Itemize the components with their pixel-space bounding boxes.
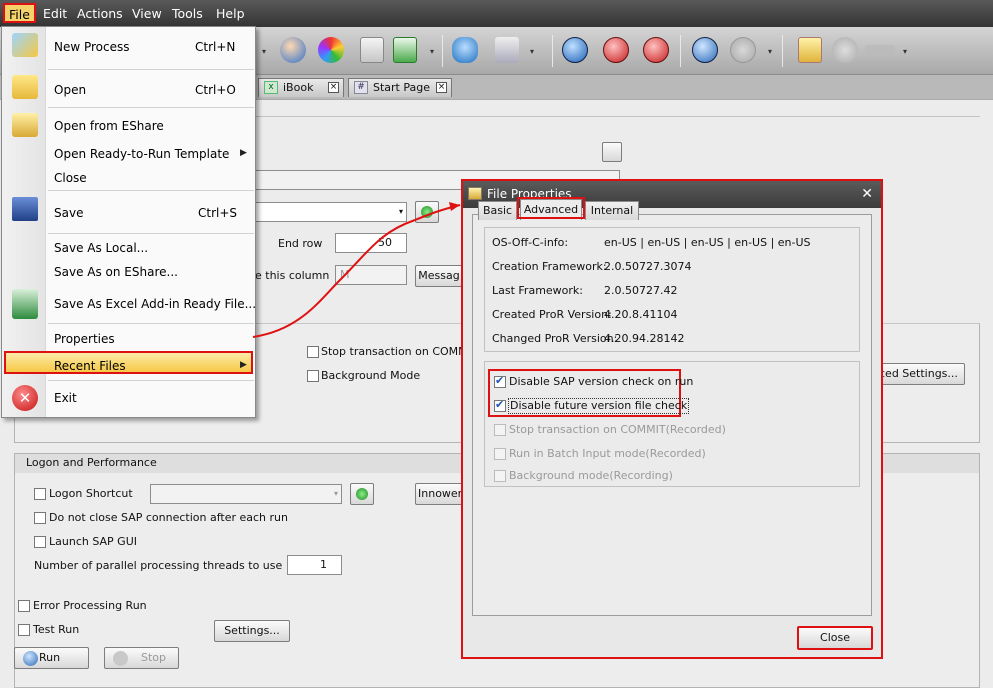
info-value: 4.20.8.41104 — [604, 308, 678, 321]
tab-internal[interactable]: Internal — [585, 201, 639, 220]
stop-transaction-recorded-label: Stop transaction on COMMIT(Recorded) — [509, 423, 726, 436]
info-key: Creation Framework: — [492, 260, 607, 273]
info-value: en-US | en-US | en-US | en-US | en-US — [604, 236, 811, 249]
dialog-tab-panel: Basic Advanced Internal OS-Off-C-info: e… — [472, 197, 872, 616]
stop-transaction-recorded-checkbox — [494, 424, 506, 436]
disable-future-version-checkbox[interactable] — [494, 398, 506, 412]
advanced-tab-highlight — [517, 197, 585, 219]
info-key: OS-Off-C-info: — [492, 236, 569, 249]
disable-future-version-label: Disable future version file check — [508, 398, 690, 414]
background-recording-label: Background mode(Recording) — [509, 469, 673, 482]
disable-sap-version-label: Disable SAP version check on run — [509, 375, 694, 388]
info-key: Last Framework: — [492, 284, 584, 297]
batch-input-label: Run in Batch Input mode(Recorded) — [509, 447, 706, 460]
batch-input-checkbox — [494, 448, 506, 460]
info-key: Created ProR Version: — [492, 308, 612, 321]
disable-sap-version-checkbox[interactable] — [494, 374, 506, 388]
file-properties-dialog: File Properties ✕ Basic Advanced Interna… — [461, 179, 883, 659]
info-value: 2.0.50727.3074 — [604, 260, 692, 273]
info-key: Changed ProR Version: — [492, 332, 618, 345]
info-value: 4.20.94.28142 — [604, 332, 685, 345]
close-button[interactable]: Close — [797, 626, 873, 650]
info-value: 2.0.50727.42 — [604, 284, 678, 297]
properties-icon — [468, 187, 482, 200]
tab-basic[interactable]: Basic — [478, 201, 517, 220]
background-recording-checkbox — [494, 470, 506, 482]
close-icon[interactable]: ✕ — [861, 181, 873, 208]
